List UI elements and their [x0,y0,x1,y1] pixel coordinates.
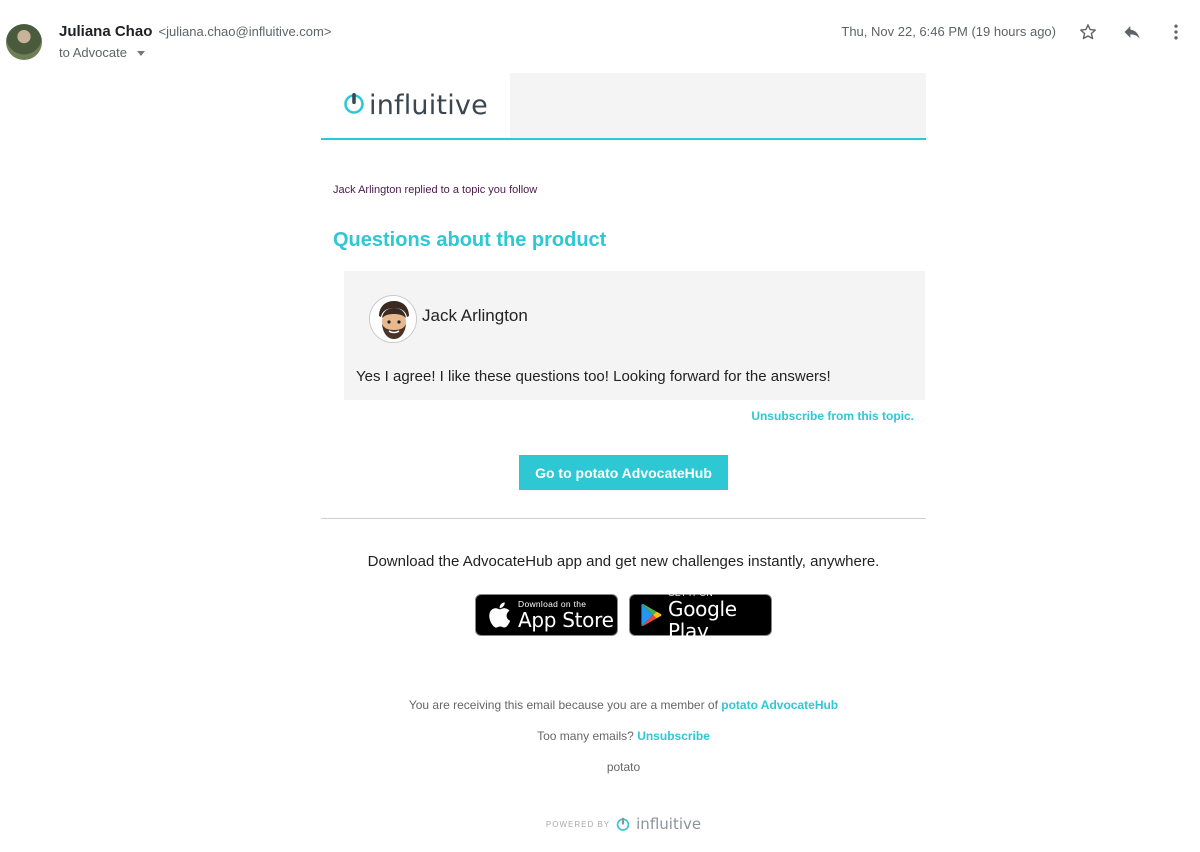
app-store-label: Download on the App Store [518,599,614,631]
notification-text: Jack Arlington replied to a topic you fo… [333,184,538,196]
unsubscribe-link[interactable]: Unsubscribe [637,729,710,743]
reply-icon[interactable] [1120,20,1144,44]
powered-by: POWERED BY influitive [321,815,926,833]
power-icon [616,816,630,832]
hub-link[interactable]: potato AdvocateHub [721,698,838,712]
membership-text: You are receiving this email because you… [408,698,718,712]
email-banner: influitive [321,73,926,140]
go-to-hub-button[interactable]: Go to potato AdvocateHub [519,455,728,490]
app-store-big-text: App Store [518,608,614,632]
post-card: Jack Arlington Yes I agree! I like these… [344,271,925,400]
chevron-down-icon[interactable] [136,51,145,56]
google-play-icon [641,603,663,627]
unsubscribe-topic-link[interactable]: Unsubscribe from this topic. [751,409,914,423]
download-app-text: Download the AdvocateHub app and get new… [367,553,880,570]
star-icon[interactable] [1076,20,1100,44]
google-play-label: GET IT ON Google Play [668,588,771,642]
apple-icon [487,601,511,629]
too-many-emails-note: Too many emails? Unsubscribe [321,729,926,743]
sender-avatar[interactable] [6,24,42,60]
banner-panel [510,73,926,138]
timestamp: Thu, Nov 22, 6:46 PM (19 hours ago) [841,24,1056,39]
google-play-badge[interactable]: GET IT ON Google Play [629,588,772,642]
divider [321,518,926,519]
too-many-text: Too many emails? [537,729,634,743]
org-name: potato [606,760,641,774]
membership-note: You are receiving this email because you… [321,698,926,712]
powered-by-label: POWERED BY [545,819,611,829]
sender-email: <juliana.chao@influitive.com> [158,24,332,39]
powered-logo-text: influitive [636,815,702,833]
google-play-big-text: Google Play [668,597,737,643]
to-label: to Advocate [59,45,127,60]
sender-name[interactable]: Juliana Chao [59,23,152,40]
app-store-badge[interactable]: Download on the App Store [475,594,618,636]
more-vert-icon[interactable] [1164,20,1188,44]
logo-text: influitive [369,90,488,121]
topic-title[interactable]: Questions about the product [333,229,606,252]
recipient-details[interactable]: to Advocate [59,45,145,60]
power-icon [343,91,365,120]
sender-line: Juliana Chao <juliana.chao@influitive.co… [59,23,331,40]
post-author: Jack Arlington [422,306,528,325]
email-body: influitive Jack Arlington replied to a t… [321,73,926,833]
post-text: Yes I agree! I like these questions too!… [356,368,831,385]
influitive-logo: influitive [343,90,488,121]
avatar [369,295,417,343]
